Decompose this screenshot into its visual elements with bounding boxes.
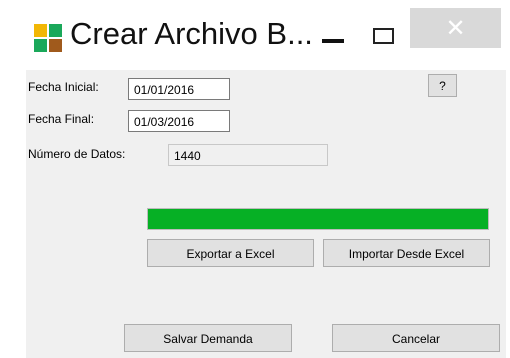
dialog-window: Crear Archivo B... ✕ Fecha Inicial: 01/0… (0, 0, 510, 358)
title-bar[interactable]: Crear Archivo B... ✕ (0, 0, 510, 68)
fecha-final-label: Fecha Final: (28, 112, 95, 126)
minimize-button[interactable] (310, 0, 356, 56)
importar-excel-button[interactable]: Importar Desde Excel (323, 239, 490, 267)
progress-fill (148, 209, 488, 229)
salvar-demanda-button[interactable]: Salvar Demanda (124, 324, 292, 352)
close-icon: ✕ (445, 14, 466, 42)
app-grid-icon (34, 24, 62, 52)
exportar-excel-button[interactable]: Exportar a Excel (147, 239, 314, 267)
maximize-button[interactable] (365, 0, 415, 56)
minimize-icon (322, 39, 344, 43)
dialog-client-area: Fecha Inicial: 01/01/2016 ? Fecha Final:… (26, 70, 506, 358)
cancelar-button[interactable]: Cancelar (332, 324, 500, 352)
numero-datos-label: Número de Datos: (28, 147, 126, 161)
fecha-inicial-input[interactable]: 01/01/2016 (128, 78, 230, 100)
window-title: Crear Archivo B... (70, 16, 313, 51)
progress-bar (147, 208, 489, 230)
fecha-inicial-label: Fecha Inicial: (28, 80, 99, 94)
fecha-final-input[interactable]: 01/03/2016 (128, 110, 230, 132)
close-button[interactable]: ✕ (410, 8, 501, 48)
numero-datos-field: 1440 (168, 144, 328, 166)
help-button[interactable]: ? (428, 74, 457, 97)
maximize-icon (373, 28, 394, 44)
